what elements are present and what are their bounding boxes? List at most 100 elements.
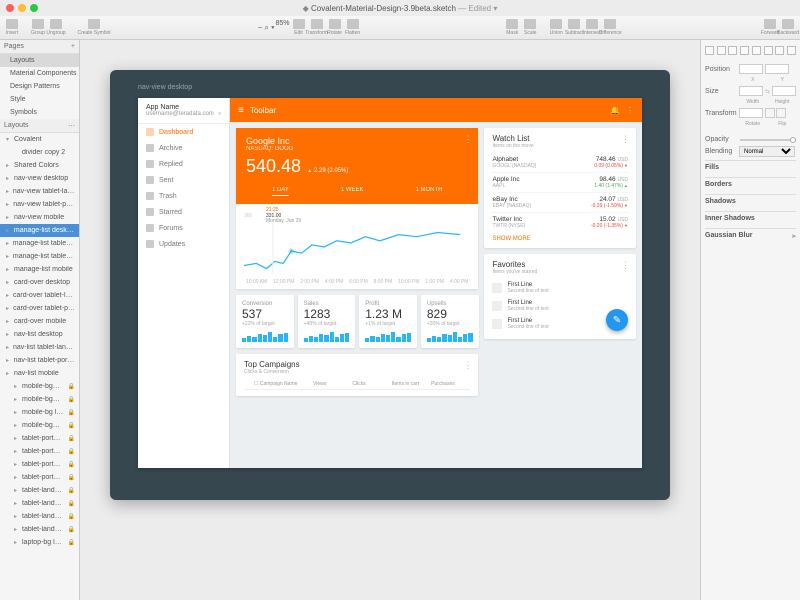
nav-item[interactable]: Dashboard bbox=[138, 124, 229, 140]
layer-row[interactable]: ▸mobile-bg…🔒 bbox=[0, 393, 79, 406]
layers-menu-icon[interactable]: ⋯ bbox=[68, 122, 75, 130]
nav-item[interactable]: Forums bbox=[138, 220, 229, 236]
notifications-icon[interactable]: 🔔 bbox=[610, 106, 620, 115]
x-input[interactable] bbox=[739, 64, 763, 74]
scale-button[interactable]: Scale bbox=[522, 17, 538, 39]
layer-row[interactable]: ▸tablet-port…🔒 bbox=[0, 445, 79, 458]
align-bottom-icon[interactable] bbox=[764, 46, 773, 55]
zoom-in-icon[interactable]: ⌕ ▾ bbox=[264, 23, 274, 33]
zoom-control[interactable]: − ⌕ ▾ bbox=[258, 23, 275, 33]
hamburger-icon[interactable]: ≡ bbox=[238, 105, 244, 116]
group-button[interactable]: Group bbox=[30, 17, 46, 39]
nav-item[interactable]: Updates bbox=[138, 236, 229, 252]
align-middle-icon[interactable] bbox=[752, 46, 761, 55]
gaussian-blur-section[interactable]: Gaussian Blur▸ bbox=[705, 228, 796, 243]
zoom-level[interactable]: 85% bbox=[275, 17, 291, 39]
difference-button[interactable]: Difference bbox=[602, 17, 618, 39]
range-tab[interactable]: 1 MONTH bbox=[415, 185, 442, 196]
username[interactable]: username@teradata.com bbox=[146, 111, 221, 117]
rotate-input[interactable] bbox=[739, 108, 763, 118]
layer-row[interactable]: ▸card-over tablet-portr… bbox=[0, 302, 79, 315]
layer-row[interactable]: ▸card-over desktop bbox=[0, 276, 79, 289]
align-left-icon[interactable] bbox=[705, 46, 714, 55]
nav-item[interactable]: Replied bbox=[138, 156, 229, 172]
layer-row[interactable]: ▸nav-view desktop bbox=[0, 172, 79, 185]
shadows-section[interactable]: Shadows bbox=[705, 194, 796, 208]
layer-row[interactable]: ▸nav-view mobile bbox=[0, 211, 79, 224]
distribute-h-icon[interactable] bbox=[775, 46, 784, 55]
rotate-button[interactable]: Rotate bbox=[327, 17, 343, 39]
height-input[interactable] bbox=[772, 86, 796, 96]
layer-row[interactable]: ▸mobile-bg…🔒 bbox=[0, 419, 79, 432]
canvas[interactable]: nav-view desktop App Name username@terad… bbox=[80, 40, 700, 600]
layer-row[interactable]: ▸nav-view tablet-landsc… bbox=[0, 185, 79, 198]
layer-row[interactable]: divider copy 2 bbox=[0, 146, 79, 159]
layer-row[interactable]: ▸tablet-land…🔒 bbox=[0, 523, 79, 536]
nav-item[interactable]: Trash bbox=[138, 188, 229, 204]
card-overflow-icon[interactable]: ⋮ bbox=[463, 134, 472, 145]
nav-item[interactable]: Sent bbox=[138, 172, 229, 188]
minimize-window-icon[interactable] bbox=[18, 4, 26, 12]
distribute-v-icon[interactable] bbox=[787, 46, 796, 55]
lock-aspect-icon[interactable]: ⇆ bbox=[765, 88, 770, 95]
layer-row[interactable]: ▸card-over tablet-lands… bbox=[0, 289, 79, 302]
layer-row[interactable]: ▸mobile-bg l…🔒 bbox=[0, 406, 79, 419]
align-right-icon[interactable] bbox=[728, 46, 737, 55]
traffic-lights[interactable] bbox=[6, 4, 38, 12]
fills-section[interactable]: Fills bbox=[705, 160, 796, 174]
layer-row[interactable]: ▸nav-list tablet-landsca… bbox=[0, 341, 79, 354]
page-row[interactable]: Layouts bbox=[0, 54, 79, 67]
layer-row[interactable]: ▾Covalent bbox=[0, 133, 79, 146]
borders-section[interactable]: Borders bbox=[705, 177, 796, 191]
watch-item[interactable]: Apple IncAAPL98.46 USD1.40 (1.47%) bbox=[492, 173, 628, 193]
nav-item[interactable]: Archive bbox=[138, 140, 229, 156]
zoom-out-icon[interactable]: − bbox=[258, 23, 263, 32]
create-symbol-button[interactable]: Create Symbol bbox=[74, 17, 114, 39]
flip-v-icon[interactable] bbox=[776, 108, 786, 118]
backward-button[interactable]: Backward bbox=[780, 17, 796, 39]
subtract-button[interactable]: Subtract bbox=[566, 17, 582, 39]
close-window-icon[interactable] bbox=[6, 4, 14, 12]
layer-row[interactable]: ▸nav-list tablet-portrait bbox=[0, 354, 79, 367]
artboard[interactable]: App Name username@teradata.com Dashboard… bbox=[138, 98, 642, 468]
add-page-icon[interactable]: + bbox=[71, 43, 75, 50]
card-overflow-icon[interactable]: ⋮ bbox=[621, 134, 630, 145]
range-tab[interactable]: 1 DAY bbox=[272, 185, 289, 196]
flatten-button[interactable]: Flatten bbox=[345, 17, 361, 39]
layer-row[interactable]: ▸tablet-land…🔒 bbox=[0, 484, 79, 497]
page-row[interactable]: Material Components bbox=[0, 67, 79, 80]
layer-row[interactable]: ▸laptop-bg l…🔒 bbox=[0, 536, 79, 549]
overflow-icon[interactable]: ⋮ bbox=[626, 106, 634, 115]
align-top-icon[interactable] bbox=[740, 46, 749, 55]
layer-row[interactable]: ▸manage-list mobile bbox=[0, 263, 79, 276]
forward-button[interactable]: Forward bbox=[762, 17, 778, 39]
mask-button[interactable]: Mask bbox=[504, 17, 520, 39]
inner-shadows-section[interactable]: Inner Shadows bbox=[705, 211, 796, 225]
layer-row[interactable]: ▸tablet-port…🔒 bbox=[0, 471, 79, 484]
y-input[interactable] bbox=[765, 64, 789, 74]
nav-item[interactable]: Starred bbox=[138, 204, 229, 220]
layer-row[interactable]: ▸tablet-port…🔒 bbox=[0, 432, 79, 445]
page-row[interactable]: Symbols bbox=[0, 106, 79, 119]
favorite-item[interactable]: First LineSecond line of text bbox=[492, 279, 628, 297]
page-row[interactable]: Design Patterns bbox=[0, 80, 79, 93]
layer-row[interactable]: ▸manage-list desktop bbox=[0, 224, 79, 237]
layer-row[interactable]: ▸manage-list tablet-land… bbox=[0, 237, 79, 250]
show-more-button[interactable]: SHOW MORE bbox=[492, 232, 628, 242]
edit-button[interactable]: Edit bbox=[291, 17, 307, 39]
align-center-icon[interactable] bbox=[717, 46, 726, 55]
layer-row[interactable]: ▸card-over mobile bbox=[0, 315, 79, 328]
card-overflow-icon[interactable]: ⋮ bbox=[621, 260, 630, 271]
user-section[interactable]: App Name username@teradata.com bbox=[138, 98, 229, 124]
transform-button[interactable]: Transform bbox=[309, 17, 325, 39]
layer-row[interactable]: ▸nav-list desktop bbox=[0, 328, 79, 341]
card-overflow-icon[interactable]: ⋮ bbox=[463, 360, 472, 371]
ungroup-button[interactable]: Ungroup bbox=[48, 17, 64, 39]
layer-row[interactable]: ▸Shared Colors bbox=[0, 159, 79, 172]
blend-mode-select[interactable]: Normal bbox=[739, 146, 795, 157]
layer-row[interactable]: ▸tablet-land…🔒 bbox=[0, 497, 79, 510]
layer-row[interactable]: ▸tablet-land…🔒 bbox=[0, 510, 79, 523]
layer-row[interactable]: ▸nav-view tablet-portrait bbox=[0, 198, 79, 211]
insert-button[interactable]: Insert bbox=[4, 17, 20, 39]
watch-item[interactable]: eBay IncEBAY (NASDAQ)24.07 USD-0.39 (-1.… bbox=[492, 193, 628, 213]
